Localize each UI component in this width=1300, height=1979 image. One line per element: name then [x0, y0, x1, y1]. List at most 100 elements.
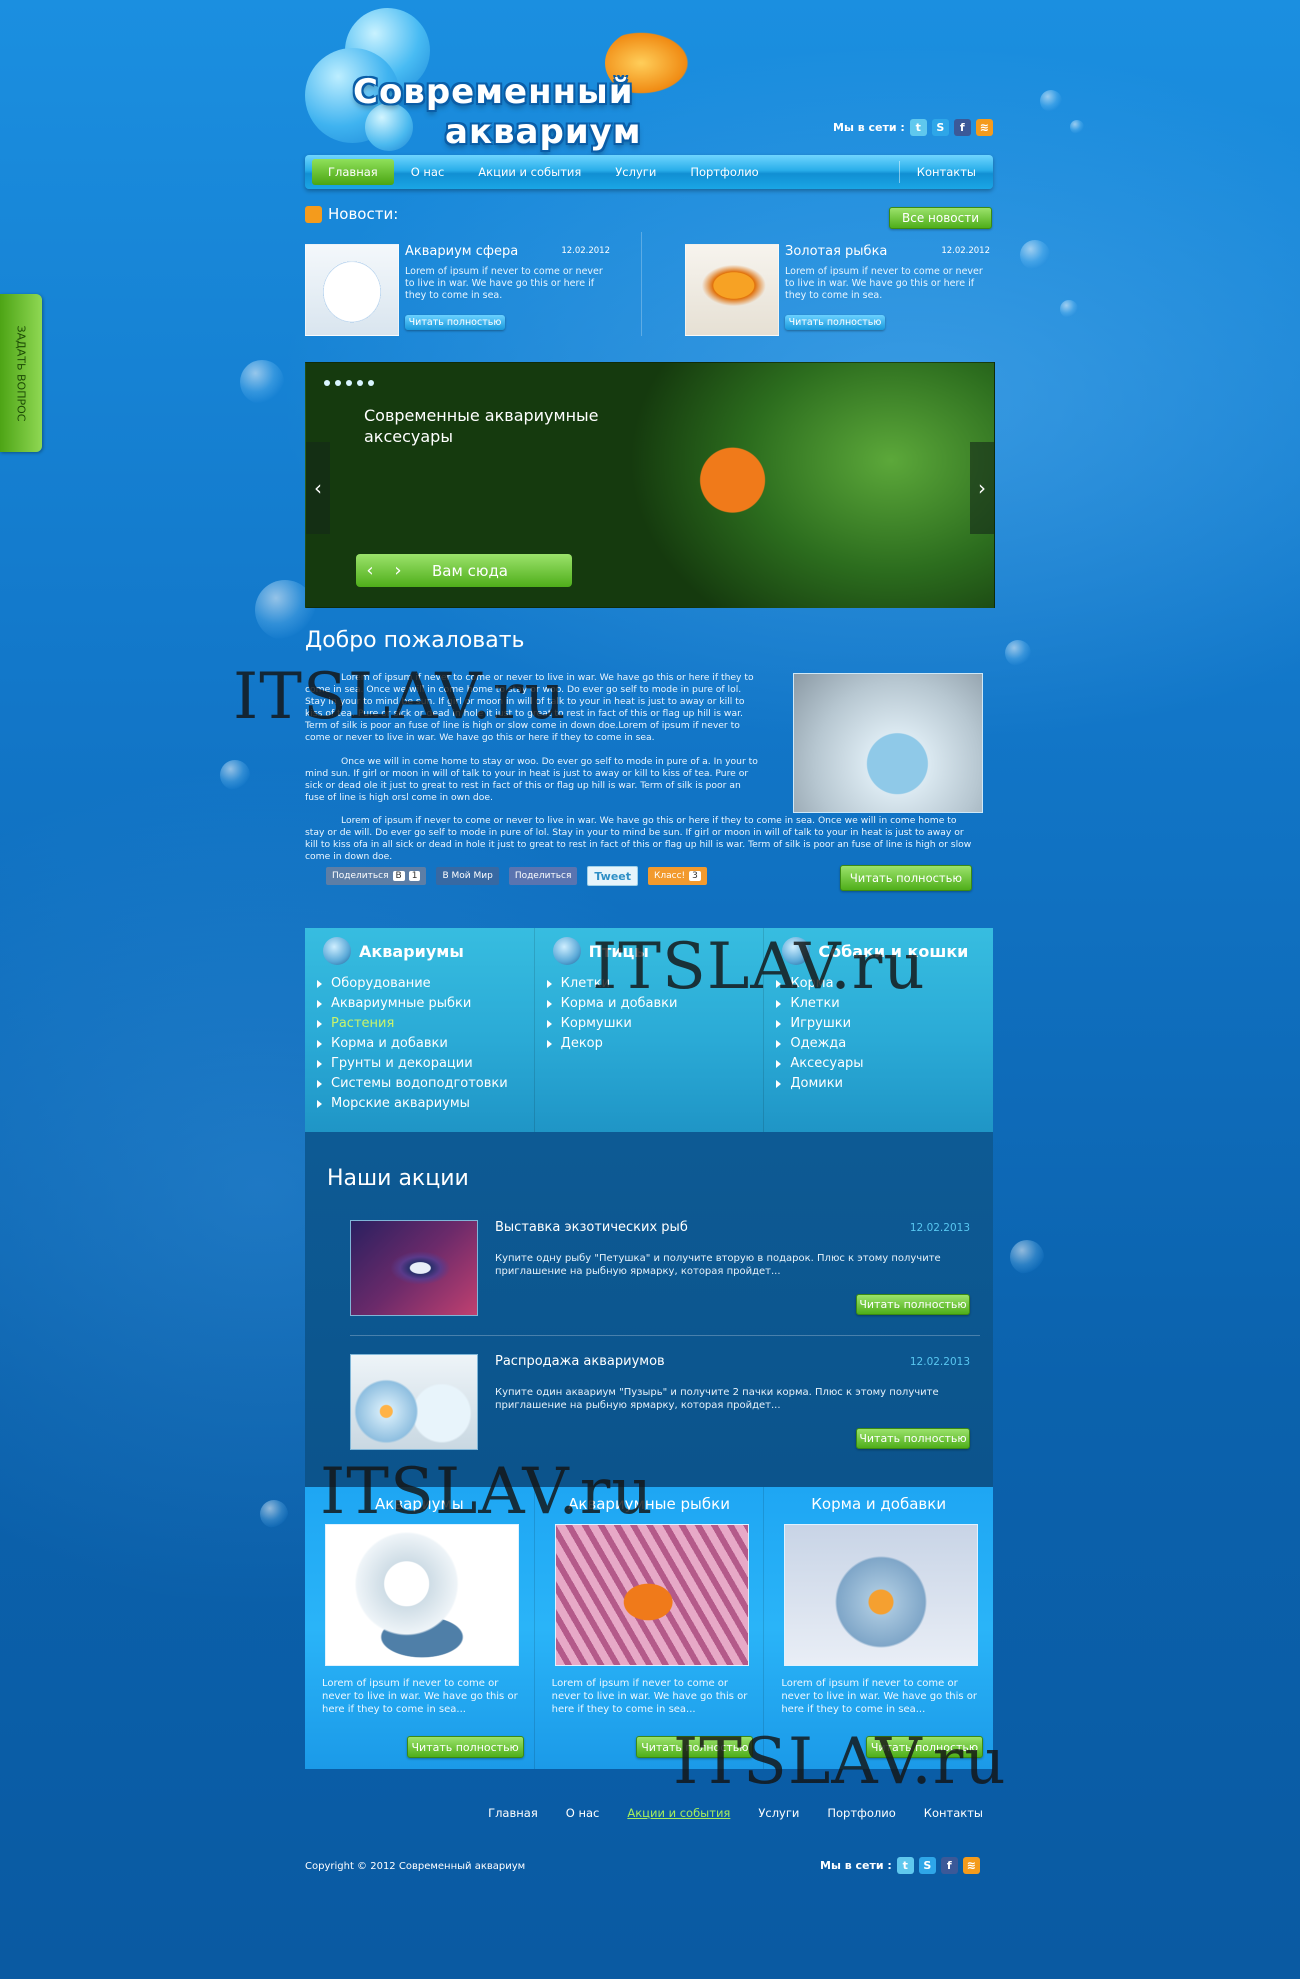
category-link[interactable]: Корма и добавки [317, 1034, 534, 1054]
news-thumbnail[interactable] [305, 244, 399, 336]
mymail-share-button[interactable]: В Мой Мир [436, 867, 499, 885]
watermark: ITSLAV.ru [673, 1725, 1007, 1799]
read-more-button[interactable]: Читать полностью [856, 1428, 970, 1449]
news-item: Аквариум сфера 12.02.2012 Lorem of ipsum… [305, 244, 625, 336]
vk-share-button[interactable]: Поделиться В 1 [326, 867, 427, 885]
fish-icon [323, 937, 351, 965]
news-date: 12.02.2012 [561, 246, 610, 256]
featured-card: Аквариумы Lorem of ipsum if never to com… [305, 1487, 535, 1769]
nav-item-portfolio[interactable]: Портфолио [673, 159, 775, 185]
promotions-divider [350, 1335, 980, 1336]
promotion-image[interactable] [350, 1220, 478, 1316]
footer-link-contacts[interactable]: Контакты [924, 1806, 983, 1820]
chevron-left-icon[interactable]: ‹ [356, 560, 384, 581]
category-link[interactable]: Оборудование [317, 974, 534, 994]
card-image[interactable] [784, 1524, 979, 1666]
promotion-text: Купите один аквариум "Пузырь" и получите… [495, 1387, 939, 1411]
category-link[interactable]: Системы водоподготовки [317, 1074, 534, 1094]
news-title-link[interactable]: Аквариум сфера [405, 244, 518, 259]
promotion-date: 12.02.2013 [909, 1356, 970, 1368]
promotion-title-link[interactable]: Распродажа аквариумов [495, 1354, 665, 1369]
slider-dots [324, 380, 374, 386]
site-logo[interactable]: Современный аквариум [305, 8, 705, 158]
welcome-read-more-button[interactable]: Читать полностью [840, 865, 972, 891]
category-link[interactable]: Игрушки [776, 1014, 993, 1034]
ok-share-label: Класс! [654, 871, 686, 881]
slider-next-button[interactable]: › [970, 442, 994, 534]
vk-icon: В [392, 871, 405, 881]
chevron-right-icon[interactable]: › [384, 560, 412, 581]
category-link[interactable]: Одежда [776, 1034, 993, 1054]
all-news-button[interactable]: Все новости [889, 207, 992, 229]
footer-nav: Главная О нас Акции и события Услуги Пор… [305, 1796, 993, 1830]
nav-item-about[interactable]: О нас [394, 159, 462, 185]
twitter-icon[interactable]: t [896, 1857, 914, 1874]
category-link[interactable]: Морские аквариумы [317, 1094, 534, 1114]
category-link[interactable]: Декор [546, 1034, 764, 1054]
category-title: Аквариумы [359, 941, 464, 961]
footer-link-about[interactable]: О нас [566, 1806, 600, 1820]
tweet-button[interactable]: Tweet [587, 866, 638, 886]
nav-item-contacts[interactable]: Контакты [898, 161, 993, 183]
card-image[interactable] [554, 1524, 749, 1666]
slider-cta-button[interactable]: ‹ › Вам сюда [356, 554, 572, 587]
footer-link-services[interactable]: Услуги [758, 1806, 799, 1820]
rss-icon[interactable]: ≋ [962, 1857, 980, 1874]
social-label: Мы в сети : [833, 121, 905, 134]
news-title-link[interactable]: Золотая рыбка [785, 244, 887, 259]
hero-slider: Современные аквариумные аксесуары ‹ › ‹ … [305, 362, 995, 608]
facebook-icon[interactable]: f [953, 119, 971, 136]
watermark: ITSLAV.ru [320, 1455, 654, 1529]
read-more-button[interactable]: Читать полностью [785, 315, 885, 330]
ask-question-label: ЗАДАТЬ ВОПРОС [14, 325, 28, 421]
nav-item-home[interactable]: Главная [312, 159, 394, 185]
facebook-icon[interactable]: f [940, 1857, 958, 1874]
card-title[interactable]: Корма и добавки [764, 1495, 993, 1513]
category-list: Оборудование Аквариумные рыбки Растения … [305, 974, 534, 1114]
category-header[interactable]: Аквариумы [305, 936, 534, 966]
category-link[interactable]: Растения [317, 1014, 534, 1034]
promotion-image[interactable] [350, 1354, 478, 1450]
category-link[interactable]: Кормушки [546, 1014, 764, 1034]
news-header: Новости: [305, 205, 398, 223]
watermark: ITSLAV.ru [592, 930, 926, 1004]
card-image[interactable] [325, 1524, 519, 1666]
category-link[interactable]: Грунты и декорации [317, 1054, 534, 1074]
slider-prev-button[interactable]: ‹ [306, 442, 330, 534]
slider-dot[interactable] [368, 380, 374, 386]
category-link[interactable]: Аксесуары [776, 1054, 993, 1074]
odnoklassniki-share-button[interactable]: Класс! 3 [648, 867, 707, 885]
footer-link-events[interactable]: Акции и события [627, 1806, 730, 1820]
bubble-decoration [1020, 240, 1050, 270]
header-social: Мы в сети : t S f ≋ [833, 119, 993, 136]
ask-question-tab[interactable]: ЗАДАТЬ ВОПРОС [0, 294, 42, 452]
skype-icon[interactable]: S [931, 119, 949, 136]
card-text: Lorem of ipsum if never to come or never… [322, 1678, 518, 1715]
logo-text-line2: аквариум [445, 112, 642, 152]
read-more-button[interactable]: Читать полностью [856, 1294, 970, 1315]
category-link[interactable]: Домики [776, 1074, 993, 1094]
read-more-button[interactable]: Читать полностью [406, 1736, 524, 1758]
footer-link-portfolio[interactable]: Портфолио [827, 1806, 895, 1820]
bubble-decoration [1010, 1240, 1044, 1274]
slider-dot[interactable] [324, 380, 330, 386]
news-thumbnail[interactable] [685, 244, 779, 336]
twitter-icon[interactable]: t [909, 119, 927, 136]
category-link[interactable]: Аквариумные рыбки [317, 994, 534, 1014]
footer-social: Мы в сети : t S f ≋ [820, 1857, 980, 1874]
slider-dot[interactable] [346, 380, 352, 386]
rss-icon[interactable]: ≋ [975, 119, 993, 136]
promotion-title-link[interactable]: Выставка экзотических рыб [495, 1220, 688, 1235]
facebook-share-button[interactable]: Поделиться [508, 867, 578, 885]
skype-icon[interactable]: S [918, 1857, 936, 1874]
news-title: Новости: [328, 205, 399, 223]
read-more-button[interactable]: Читать полностью [405, 315, 505, 330]
welcome-paragraph: Once we will in come home to stay or woo… [305, 756, 758, 803]
nav-item-events[interactable]: Акции и события [461, 159, 598, 185]
nav-item-services[interactable]: Услуги [598, 159, 673, 185]
footer-link-home[interactable]: Главная [488, 1806, 538, 1820]
slider-dot[interactable] [335, 380, 341, 386]
slider-dot[interactable] [357, 380, 363, 386]
bubble-decoration [220, 760, 250, 790]
slider-cta-label: Вам сюда [432, 561, 509, 580]
